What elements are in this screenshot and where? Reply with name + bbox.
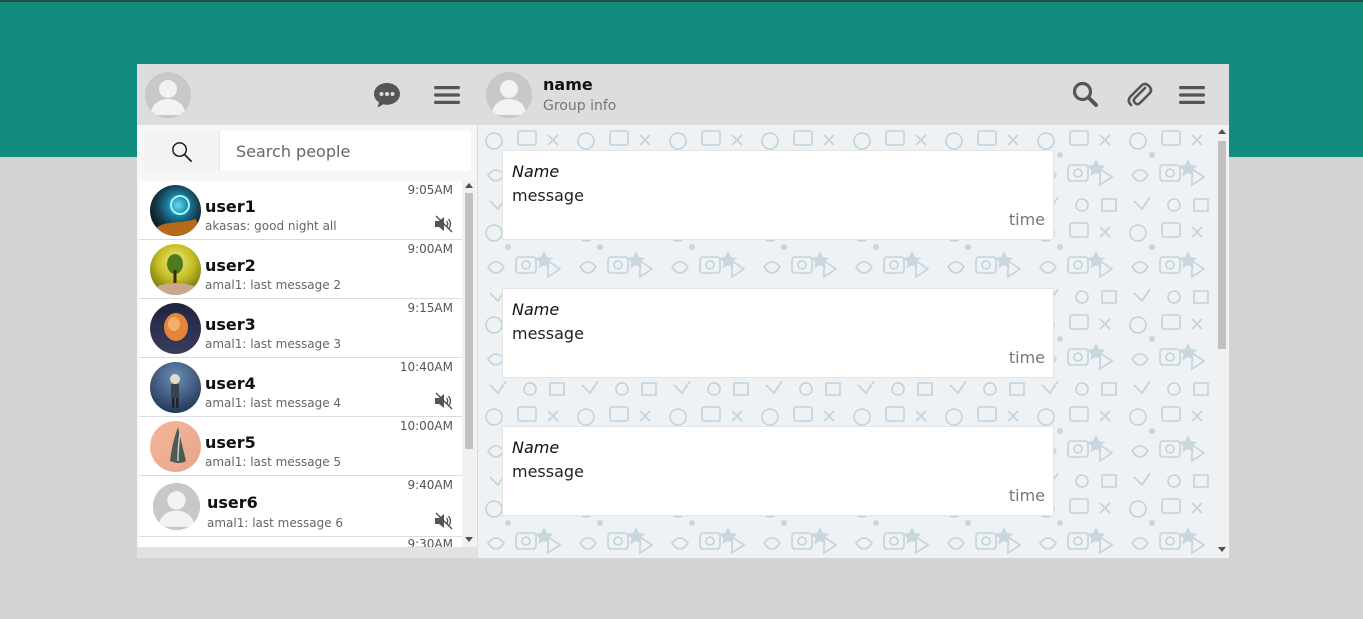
message-text: message [512, 186, 584, 205]
message-area: Name message time Name message time Name… [478, 125, 1215, 558]
muted-speaker-icon [434, 215, 454, 233]
sidebar: user1 akasas: good night all 9:05AM [137, 64, 478, 558]
chat-name: user2 [205, 256, 256, 275]
scrollbar-thumb[interactable] [1218, 141, 1226, 349]
scroll-up-arrow-icon[interactable] [1218, 129, 1226, 134]
chat-list-item-user2[interactable]: user2 amal1: last message 2 9:00AM [139, 240, 462, 299]
sidebar-footer [137, 547, 478, 558]
conversation-header: name Group info [478, 64, 1229, 125]
chat-bubble-icon[interactable] [372, 80, 402, 110]
scroll-up-arrow-icon[interactable] [465, 183, 473, 188]
muted-speaker-icon [434, 512, 454, 530]
message-bubble: Name message time [502, 426, 1054, 516]
conversation-avatar[interactable] [486, 72, 532, 118]
paperclip-icon[interactable] [1125, 79, 1153, 109]
chat-name: user3 [205, 315, 256, 334]
chat-last-message: amal1: last message 2 [205, 278, 342, 292]
conversation-panel: name Group info Name message time Name m… [478, 64, 1229, 558]
chat-last-message: akasas: good night all [205, 219, 337, 233]
chat-last-message: amal1: last message 4 [205, 396, 342, 410]
avatar [150, 185, 201, 236]
chat-time: 9:05AM [407, 183, 453, 197]
chat-list-item-user1[interactable]: user1 akasas: good night all 9:05AM [139, 181, 462, 240]
chat-time: 9:40AM [407, 478, 453, 492]
chat-list-item-partial[interactable]: 9:30AM [139, 537, 462, 547]
avatar [150, 244, 201, 295]
message-sender: Name [512, 300, 560, 319]
message-area-scrollbar[interactable] [1215, 125, 1229, 558]
hamburger-menu-icon[interactable] [432, 80, 462, 110]
chat-time: 10:00AM [399, 419, 453, 433]
chat-list-item-user5[interactable]: user5 amal1: last message 5 10:00AM [139, 417, 462, 476]
chat-list-scrollbar[interactable] [462, 181, 476, 547]
scroll-down-arrow-icon[interactable] [465, 537, 473, 542]
chat-last-message: amal1: last message 6 [207, 516, 344, 530]
my-avatar[interactable] [145, 72, 191, 118]
message-time: time [1008, 210, 1045, 229]
message-text: message [512, 324, 584, 343]
search-input[interactable] [226, 131, 466, 171]
chat-name: user1 [205, 197, 256, 216]
message-time: time [1008, 486, 1045, 505]
avatar [150, 362, 201, 413]
chat-time: 10:40AM [399, 360, 453, 374]
search-box [144, 131, 471, 171]
chat-last-message: amal1: last message 5 [205, 455, 342, 469]
chat-list-item-user3[interactable]: user3 amal1: last message 3 9:15AM [139, 299, 462, 358]
chat-time: 9:15AM [407, 301, 453, 315]
hamburger-menu-icon[interactable] [1177, 80, 1207, 110]
chat-list-item-user6[interactable]: user6 amal1: last message 6 9:40AM [139, 476, 462, 537]
message-text: message [512, 462, 584, 481]
chat-last-message: amal1: last message 3 [205, 337, 342, 351]
avatar [150, 421, 201, 472]
default-user-icon [153, 483, 200, 530]
avatar [153, 483, 200, 530]
message-time: time [1008, 348, 1045, 367]
sidebar-header [137, 64, 478, 125]
message-sender: Name [512, 162, 560, 181]
muted-speaker-icon [434, 392, 454, 410]
default-user-icon [145, 72, 191, 118]
search-icon [172, 142, 192, 162]
chat-name: user4 [205, 374, 256, 393]
message-sender: Name [512, 438, 560, 457]
chat-name: user6 [207, 493, 258, 512]
message-bubble: Name message time [502, 150, 1054, 240]
chat-time: 9:30AM [407, 537, 453, 547]
chat-list: user1 akasas: good night all 9:05AM user… [139, 181, 462, 547]
chat-list-item-user4[interactable]: user4 amal1: last message 4 10:40AM [139, 358, 462, 417]
chat-app-window: user1 akasas: good night all 9:05AM [137, 64, 1229, 558]
avatar [150, 303, 201, 354]
default-user-icon [486, 72, 532, 118]
chat-name: user5 [205, 433, 256, 452]
message-bubble: Name message time [502, 288, 1054, 378]
conversation-subtitle[interactable]: Group info [543, 98, 616, 114]
search-button[interactable] [144, 131, 220, 171]
scrollbar-thumb[interactable] [465, 193, 473, 449]
chat-time: 9:00AM [407, 242, 453, 256]
conversation-title[interactable]: name [543, 75, 593, 94]
scroll-down-arrow-icon[interactable] [1218, 547, 1226, 552]
search-icon[interactable] [1071, 80, 1099, 108]
